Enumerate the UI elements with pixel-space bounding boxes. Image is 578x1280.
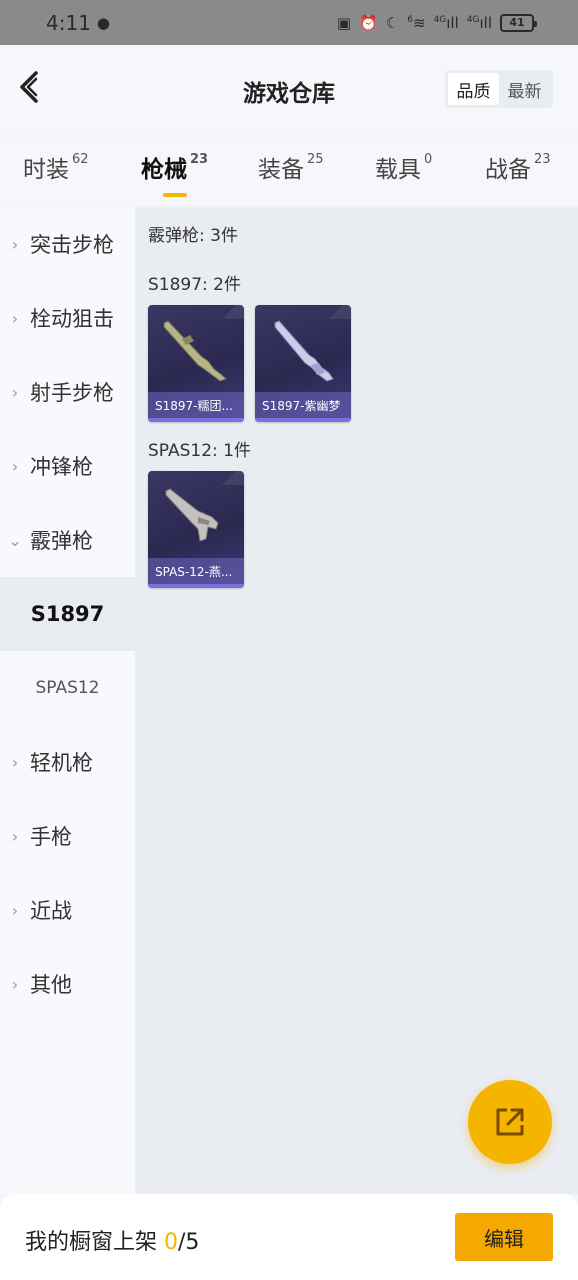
sidebar-item-label: 突击步枪 xyxy=(30,233,114,257)
showcase-count: 我的橱窗上架 0/5 xyxy=(25,1224,199,1256)
wechat-icon: ● xyxy=(96,13,111,32)
sidebar-subitem-spas12[interactable]: SPAS12 xyxy=(0,651,135,725)
sidebar-item-melee[interactable]: › 近战 xyxy=(0,873,135,947)
tab-firearms[interactable]: 枪械 23 xyxy=(141,150,209,197)
group-title-spas12: SPAS12: 1件 xyxy=(148,441,251,461)
sidebar-item-label: S1897 xyxy=(30,602,105,626)
external-link-icon xyxy=(496,1108,524,1136)
tab-label: 枪械 xyxy=(141,157,187,183)
tab-battle-supplies[interactable]: 战备 23 xyxy=(485,150,551,184)
battery-icon: 41 xyxy=(500,13,537,32)
item-card[interactable]: S1897-糯团... xyxy=(148,305,244,422)
chevron-right-icon: › xyxy=(11,456,19,476)
sidebar-item-label: 近战 xyxy=(30,899,72,923)
tab-costume[interactable]: 时装 62 xyxy=(23,150,89,184)
tab-count: 25 xyxy=(307,152,324,167)
chevron-right-icon: › xyxy=(11,826,19,846)
chevron-right-icon: › xyxy=(11,900,19,920)
chevron-down-icon: ⌄ xyxy=(8,530,22,550)
alarm-icon: ⏰ xyxy=(359,13,378,32)
chevron-right-icon: › xyxy=(11,382,19,402)
showcase-label: 我的橱窗上架 xyxy=(25,1230,164,1255)
rarity-bar xyxy=(148,418,244,422)
header: 游戏仓库 品质 最新 xyxy=(0,45,578,133)
signal-icon-2: 4Gıll xyxy=(466,13,492,32)
tab-vehicles[interactable]: 载具 0 xyxy=(375,150,432,184)
sidebar-item-smg[interactable]: › 冲锋枪 xyxy=(0,429,135,503)
item-name: S1897-糯团... xyxy=(148,392,244,418)
sidebar-item-label: 其他 xyxy=(30,973,72,997)
showcase-total: /5 xyxy=(178,1230,200,1255)
chevron-right-icon: › xyxy=(11,752,19,772)
item-name: S1897-紫幽梦 xyxy=(255,392,351,418)
rarity-bar xyxy=(255,418,351,422)
tab-label: 战备 xyxy=(485,157,531,183)
sidebar-item-shotgun[interactable]: ⌄ 霰弹枪 xyxy=(0,503,135,577)
shotgun-icon xyxy=(165,488,219,542)
shotgun-icon xyxy=(163,320,227,382)
status-icons: ▣ ⏰ ☾ 6≋ 4Gıll 4Gıll 41 xyxy=(336,13,537,32)
sidebar-item-label: 冲锋枪 xyxy=(30,455,93,479)
sidebar-item-marksman-rifle[interactable]: › 射手步枪 xyxy=(0,355,135,429)
wifi-icon: 6≋ xyxy=(407,13,426,32)
moon-icon: ☾ xyxy=(385,13,400,32)
chevron-right-icon: › xyxy=(11,308,19,328)
battery-level: 41 xyxy=(509,16,525,29)
tab-active-indicator xyxy=(162,193,187,197)
bottom-bar: 我的橱窗上架 0/5 编辑 xyxy=(0,1194,578,1280)
nfc-icon: ▣ xyxy=(336,13,352,32)
sidebar-item-label: 射手步枪 xyxy=(30,381,114,405)
tab-count: 0 xyxy=(424,152,433,167)
category-tabs: 时装 62 枪械 23 装备 25 载具 0 战备 23 xyxy=(0,140,578,204)
sidebar-item-pistol[interactable]: › 手枪 xyxy=(0,799,135,873)
item-grid-panel: 霰弹枪: 3件 S1897: 2件 S1897-糯团... S1897-紫幽梦 … xyxy=(135,207,578,1194)
status-bar: 4:11 ● ▣ ⏰ ☾ 6≋ 4Gıll 4Gıll 41 xyxy=(0,0,578,45)
tab-count: 23 xyxy=(190,152,209,167)
tab-count: 62 xyxy=(72,152,89,167)
item-card[interactable]: S1897-紫幽梦 xyxy=(255,305,351,422)
tab-count: 23 xyxy=(534,152,551,167)
sidebar-item-bolt-sniper[interactable]: › 栓动狙击 xyxy=(0,281,135,355)
tab-equipment[interactable]: 装备 25 xyxy=(258,150,324,184)
sort-newest-button[interactable]: 最新 xyxy=(499,73,550,105)
rarity-bar xyxy=(148,584,244,588)
group-title-s1897: S1897: 2件 xyxy=(148,275,242,295)
sidebar-item-label: SPAS12 xyxy=(35,678,100,698)
sidebar-item-label: 霰弹枪 xyxy=(30,529,93,553)
sidebar-item-other[interactable]: › 其他 xyxy=(0,947,135,1021)
sidebar-item-assault-rifle[interactable]: › 突击步枪 xyxy=(0,207,135,281)
shotgun-icon xyxy=(274,320,334,382)
sidebar: › 突击步枪 › 栓动狙击 › 射手步枪 › 冲锋枪 ⌄ 霰弹枪 S1897 SPAS12… xyxy=(0,207,135,1194)
sidebar-item-lmg[interactable]: › 轻机枪 xyxy=(0,725,135,799)
sidebar-subitem-s1897[interactable]: S1897 xyxy=(0,577,135,651)
tab-label: 装备 xyxy=(258,157,304,183)
category-title: 霰弹枪: 3件 xyxy=(148,226,238,246)
edit-button[interactable]: 编辑 xyxy=(455,1213,553,1261)
signal-icon-1: 4Gıll xyxy=(433,13,459,32)
status-time: 4:11 xyxy=(46,10,91,35)
sort-toggle: 品质 最新 xyxy=(445,70,553,108)
sidebar-item-label: 手枪 xyxy=(30,825,72,849)
share-button[interactable] xyxy=(468,1080,552,1164)
tab-label: 时装 xyxy=(23,157,69,183)
item-name: SPAS-12-燕... xyxy=(148,558,244,584)
tab-label: 载具 xyxy=(375,157,421,183)
sidebar-item-label: 轻机枪 xyxy=(30,751,93,775)
sort-quality-button[interactable]: 品质 xyxy=(448,73,499,105)
item-card[interactable]: SPAS-12-燕... xyxy=(148,471,244,588)
showcase-current: 0 xyxy=(164,1230,178,1255)
sidebar-item-label: 栓动狙击 xyxy=(30,307,114,331)
chevron-right-icon: › xyxy=(11,234,19,254)
chevron-right-icon: › xyxy=(11,974,19,994)
